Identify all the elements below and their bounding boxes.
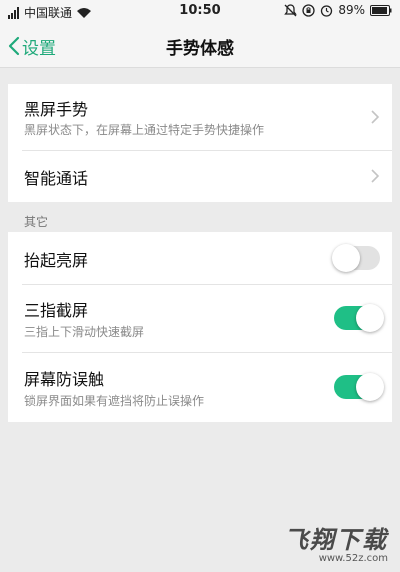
toggle-knob	[356, 304, 384, 332]
status-right: 89%	[284, 3, 392, 17]
raise-to-wake-toggle[interactable]	[332, 244, 380, 272]
section-label-other: 其它	[24, 215, 49, 229]
battery-icon	[370, 4, 392, 16]
rotation-lock-icon	[302, 3, 315, 17]
row-title: 黑屏手势	[24, 100, 89, 119]
mute-bell-icon	[284, 3, 298, 16]
row-title: 智能通话	[24, 169, 89, 188]
anti-mistouch-toggle[interactable]	[334, 373, 384, 401]
list-item-three-finger-screenshot: 三指截屏 三指上下滑动快速截屏	[8, 284, 392, 352]
toggle-knob	[332, 244, 360, 272]
row-title: 屏幕防误触	[24, 370, 105, 389]
navigation-bar: 设置 手势体感	[0, 24, 400, 68]
chevron-right-icon	[371, 110, 380, 124]
battery-percent: 89%	[338, 3, 365, 17]
screen: 中国联通 10:50 89% 设置 手势体感 黑屏手势 黑屏状态下，在屏幕上通过…	[0, 0, 400, 572]
gesture-group: 黑屏手势 黑屏状态下，在屏幕上通过特定手势快捷操作 智能通话	[8, 84, 392, 202]
list-item-raise-to-wake: 抬起亮屏	[8, 232, 392, 284]
list-item-anti-mistouch: 屏幕防误触 锁屏界面如果有遮挡将防止误操作	[8, 352, 392, 422]
row-subtitle: 三指上下滑动快速截屏	[24, 325, 145, 339]
page-title: 手势体感	[166, 39, 234, 59]
three-finger-screenshot-toggle[interactable]	[334, 304, 384, 332]
list-item-black-screen-gesture[interactable]: 黑屏手势 黑屏状态下，在屏幕上通过特定手势快捷操作	[8, 84, 392, 150]
watermark-logo: 飞翔下载	[284, 525, 388, 554]
watermark: 飞翔下载 www.52z.com	[268, 520, 388, 564]
status-bar: 中国联通 10:50 89%	[0, 0, 400, 24]
row-title: 抬起亮屏	[24, 251, 89, 270]
other-group: 抬起亮屏 三指截屏 三指上下滑动快速截屏 屏幕防误触 锁屏界面如果有遮挡将防止误…	[8, 232, 392, 422]
toggle-knob	[356, 373, 384, 401]
chevron-right-icon	[371, 169, 380, 183]
alarm-clock-icon	[321, 4, 333, 17]
row-subtitle: 黑屏状态下，在屏幕上通过特定手势快捷操作	[24, 123, 265, 137]
list-item-smart-call[interactable]: 智能通话	[8, 150, 392, 202]
row-subtitle: 锁屏界面如果有遮挡将防止误操作	[24, 394, 205, 408]
row-title: 三指截屏	[24, 301, 89, 320]
